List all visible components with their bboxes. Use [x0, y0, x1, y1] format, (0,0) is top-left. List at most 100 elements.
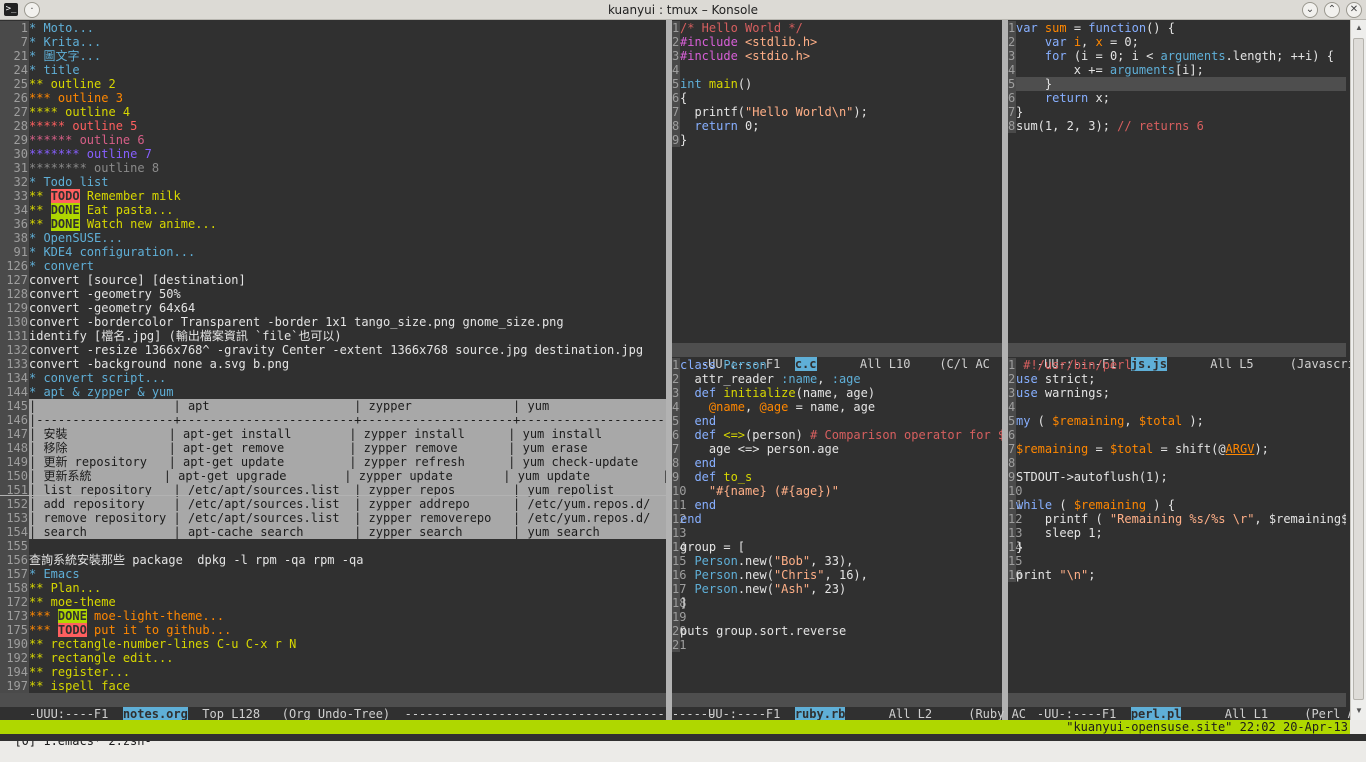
code-line[interactable]: 6{: [672, 91, 1002, 105]
code-line[interactable]: 32* Todo list: [0, 175, 666, 189]
code-line[interactable]: 11 end: [672, 498, 1002, 512]
code-line[interactable]: 131identify [檔名.jpg] (輸出檔案資訊 `file`也可以): [0, 329, 666, 343]
code-line[interactable]: 1* Moto...: [0, 21, 666, 35]
code-line[interactable]: 34** DONE Eat pasta...: [0, 203, 666, 217]
code-line[interactable]: 128convert -geometry 50%: [0, 287, 666, 301]
code-line[interactable]: 9}: [672, 133, 1002, 147]
code-line[interactable]: 30******* outline 7: [0, 147, 666, 161]
code-line[interactable]: 3 def initialize(name, age): [672, 386, 1002, 400]
code-line[interactable]: 3#include <stdio.h>: [672, 49, 1002, 63]
code-line[interactable]: 18]: [672, 596, 1002, 610]
code-line[interactable]: 4 @name, @age = name, age: [672, 400, 1002, 414]
buffer-name[interactable]: ruby.rb: [794, 707, 846, 720]
maximize-button[interactable]: ⌃: [1324, 2, 1340, 18]
code-line[interactable]: 132convert -resize 1366x768^ -gravity Ce…: [0, 343, 666, 357]
code-line[interactable]: 2 attr_reader :name, :age: [672, 372, 1002, 386]
code-line[interactable]: 33** TODO Remember milk: [0, 189, 666, 203]
code-line[interactable]: 158** Plan...: [0, 581, 666, 595]
code-line[interactable]: 2use strict;: [1008, 372, 1346, 386]
code-line[interactable]: 126* convert: [0, 259, 666, 273]
code-line[interactable]: 155: [0, 539, 666, 553]
code-line[interactable]: 10: [1008, 484, 1346, 498]
code-line[interactable]: 13 sleep 1;: [1008, 526, 1346, 540]
buffer-name[interactable]: perl.pl: [1130, 707, 1182, 720]
vertical-scrollbar[interactable]: ▲ ▼: [1350, 20, 1366, 720]
code-line[interactable]: 133convert -background none a.svg b.png: [0, 357, 666, 371]
code-line[interactable]: 1class Person: [672, 358, 1002, 372]
close-button[interactable]: ✕: [1346, 2, 1362, 18]
code-line[interactable]: 11while ( $remaining ) {: [1008, 498, 1346, 512]
code-line[interactable]: 28***** outline 5: [0, 119, 666, 133]
scrollbar-thumb[interactable]: [1353, 38, 1364, 700]
code-line[interactable]: 1var sum = function() {: [1008, 21, 1346, 35]
code-line[interactable]: 144* apt & zypper & yum: [0, 385, 666, 399]
code-line[interactable]: 15: [1008, 554, 1346, 568]
code-line[interactable]: 1 #!/usr/bin/perl: [1008, 358, 1346, 372]
code-line[interactable]: 154| search | apt-cache search | zypper …: [0, 525, 666, 539]
code-line[interactable]: 7$remaining = $total = shift(@ARGV);: [1008, 442, 1346, 456]
code-line[interactable]: 147| 安裝 | apt-get install | zypper insta…: [0, 427, 666, 441]
code-line[interactable]: 149| 更新 repository | apt-get update | zy…: [0, 455, 666, 469]
code-line[interactable]: 7* Krita...: [0, 35, 666, 49]
code-line[interactable]: 12end: [672, 512, 1002, 526]
code-line[interactable]: 13: [672, 526, 1002, 540]
code-line[interactable]: 145| | apt | zypper | yum |: [0, 399, 666, 413]
code-line[interactable]: 9STDOUT->autoflush(1);: [1008, 470, 1346, 484]
code-line[interactable]: 6: [1008, 428, 1346, 442]
code-line[interactable]: 14group = [: [672, 540, 1002, 554]
code-line[interactable]: 5 end: [672, 414, 1002, 428]
code-line[interactable]: 25** outline 2: [0, 77, 666, 91]
code-line[interactable]: 16print "\n";: [1008, 568, 1346, 582]
code-line[interactable]: 29****** outline 6: [0, 133, 666, 147]
code-line[interactable]: 26*** outline 3: [0, 91, 666, 105]
code-line[interactable]: 172** moe-theme: [0, 595, 666, 609]
code-line[interactable]: 91* KDE4 configuration...: [0, 245, 666, 259]
editor-pane-ruby[interactable]: 1class Person 2 attr_reader :name, :age 3 …: [672, 357, 1002, 693]
code-line[interactable]: 192** rectangle edit...: [0, 651, 666, 665]
code-line[interactable]: 146|-------------------+----------------…: [0, 413, 666, 427]
code-line[interactable]: 7 age <=> person.age: [672, 442, 1002, 456]
code-line[interactable]: 9 def to_s: [672, 470, 1002, 484]
code-line[interactable]: 2 var i, x = 0;: [1008, 35, 1346, 49]
editor-pane-c[interactable]: 1/* Hello World */2#include <stdlib.h> 3#…: [672, 20, 1002, 340]
code-line[interactable]: 1/* Hello World */: [672, 21, 1002, 35]
code-line[interactable]: 8 return 0;: [672, 119, 1002, 133]
editor-pane-notes[interactable]: 1* Moto... 7* Krita... 21* 圖文字... 24* title…: [0, 20, 666, 706]
code-line[interactable]: 21: [672, 638, 1002, 652]
code-line[interactable]: 8: [1008, 456, 1346, 470]
window-titlebar[interactable]: >_ · kuanyui : tmux – Konsole ⌄ ⌃ ✕: [0, 0, 1366, 20]
scroll-down-arrow-icon[interactable]: ▼: [1354, 706, 1364, 716]
code-line[interactable]: 148| 移除 | apt-get remove | zypper remove…: [0, 441, 666, 455]
code-line[interactable]: 21* 圖文字...: [0, 49, 666, 63]
code-line[interactable]: 5int main(): [672, 77, 1002, 91]
code-line[interactable]: 4: [672, 63, 1002, 77]
code-line[interactable]: 10 "#{name} (#{age})": [672, 484, 1002, 498]
code-line[interactable]: 173*** DONE moe-light-theme...: [0, 609, 666, 623]
code-line[interactable]: 19: [672, 610, 1002, 624]
editor-pane-perl[interactable]: 1 #!/usr/bin/perl 2use strict; 3use warnin…: [1008, 357, 1346, 693]
scroll-up-arrow-icon[interactable]: ▲: [1354, 23, 1364, 33]
code-line[interactable]: 190** rectangle-number-lines C-u C-x r N: [0, 637, 666, 651]
code-line[interactable]: 4 x += arguments[i];: [1008, 63, 1346, 77]
code-line[interactable]: 130convert -bordercolor Transparent -bor…: [0, 315, 666, 329]
code-line[interactable]: 6 def <=>(person) # Comparison operator …: [672, 428, 1002, 442]
code-line[interactable]: 36** DONE Watch new anime...: [0, 217, 666, 231]
terminal-area[interactable]: 1* Moto... 7* Krita... 21* 圖文字... 24* title…: [0, 20, 1350, 720]
code-line[interactable]: 134* convert script...: [0, 371, 666, 385]
code-line[interactable]: 7}: [1008, 105, 1346, 119]
code-line[interactable]: 14}: [1008, 540, 1346, 554]
code-line[interactable]: 175*** TODO put it to github...: [0, 623, 666, 637]
code-line[interactable]: 7 printf("Hello World\n");: [672, 105, 1002, 119]
code-line[interactable]: 3use warnings;: [1008, 386, 1346, 400]
code-line[interactable]: 12 printf ( "Remaining %s/%s \r", $remai…: [1008, 512, 1346, 526]
code-line[interactable]: 8 end: [672, 456, 1002, 470]
minimize-button[interactable]: ⌄: [1302, 2, 1318, 18]
code-line[interactable]: 3 for (i = 0; i < arguments.length; ++i)…: [1008, 49, 1346, 63]
code-line[interactable]: 6 return x;: [1008, 91, 1346, 105]
code-line[interactable]: 2#include <stdlib.h>: [672, 35, 1002, 49]
code-line[interactable]: 31******** outline 8: [0, 161, 666, 175]
code-line[interactable]: 5 }: [1008, 77, 1346, 91]
code-line[interactable]: 5my ( $remaining, $total );: [1008, 414, 1346, 428]
code-line[interactable]: 127convert [source] [destination]: [0, 273, 666, 287]
code-line[interactable]: 157* Emacs: [0, 567, 666, 581]
